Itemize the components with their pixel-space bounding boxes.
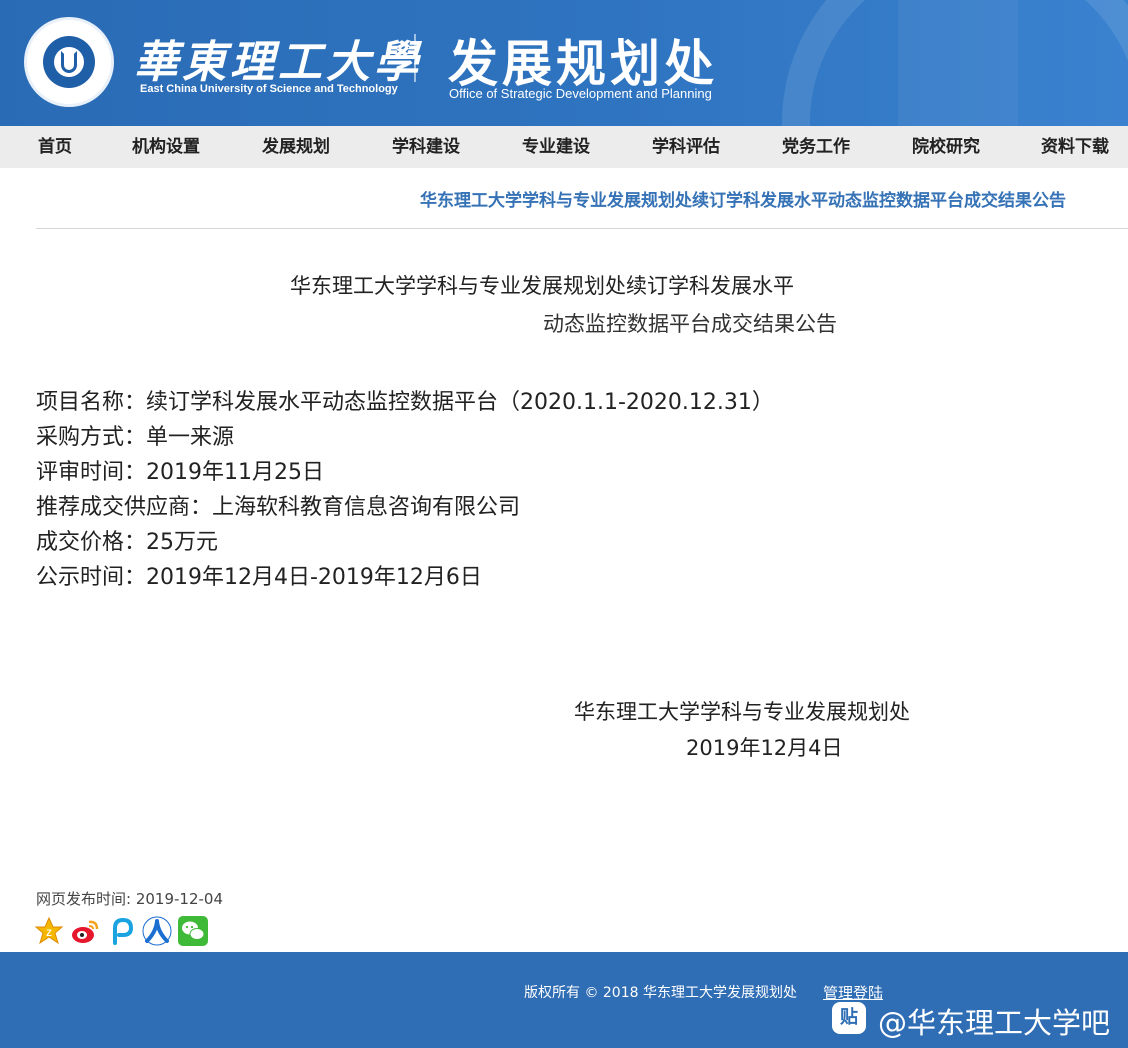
university-name-cn: 華東理工大學 bbox=[134, 37, 422, 88]
footer-copyright: 版权所有 © 2018 华东理工大学发展规划处 bbox=[524, 985, 797, 1001]
nav-item-party-affairs[interactable]: 党务工作 bbox=[782, 126, 850, 168]
university-seal-logo[interactable] bbox=[24, 17, 114, 107]
nav-item-development-planning[interactable]: 发展规划 bbox=[262, 126, 330, 168]
svg-text:Z: Z bbox=[46, 928, 52, 938]
pengyou-icon[interactable] bbox=[106, 916, 136, 946]
nav-item-major-building[interactable]: 专业建设 bbox=[522, 126, 590, 168]
field-value: 续订学科发展水平动态监控数据平台（2020.1.1-2020.12.31） bbox=[146, 390, 774, 415]
qzone-icon[interactable]: Z bbox=[34, 916, 64, 946]
nav-item-discipline-evaluation[interactable]: 学科评估 bbox=[652, 126, 720, 168]
article-title-line1: 华东理工大学学科与专业发展规划处续订学科发展水平 bbox=[290, 274, 794, 298]
admin-login-link[interactable]: 管理登陆 bbox=[823, 982, 883, 1003]
nav-item-institutional-research[interactable]: 院校研究 bbox=[912, 126, 980, 168]
site-header-banner: 華東理工大學 East China University of Science … bbox=[0, 0, 1128, 126]
field-label: 项目名称： bbox=[36, 390, 147, 415]
field-publicity-period: 公示时间：2019年12月4日-2019年12月6日 bbox=[36, 559, 482, 591]
header-divider bbox=[414, 34, 416, 82]
page-heading: 华东理工大学学科与专业发展规划处续订学科发展水平动态监控数据平台成交结果公告 bbox=[420, 191, 1066, 211]
field-label: 评审时间： bbox=[36, 460, 147, 485]
seal-inner-ring bbox=[43, 36, 95, 88]
article-title-line2: 动态监控数据平台成交结果公告 bbox=[543, 312, 837, 336]
department-name-en: Office of Strategic Development and Plan… bbox=[449, 86, 712, 101]
signature-date: 2019年12月4日 bbox=[686, 736, 843, 760]
nav-item-downloads[interactable]: 资料下载 bbox=[1041, 126, 1109, 168]
nav-item-home[interactable]: 首页 bbox=[38, 126, 72, 168]
field-label: 采购方式： bbox=[36, 425, 147, 450]
site-footer: 版权所有 © 2018 华东理工大学发展规划处 管理登陆 贴 @华东理工大学吧 bbox=[0, 952, 1128, 1048]
seal-mark-icon bbox=[61, 51, 77, 73]
field-value: 2019年12月4日-2019年12月6日 bbox=[146, 565, 482, 590]
field-label: 公示时间： bbox=[36, 565, 147, 590]
field-price: 成交价格：25万元 bbox=[36, 524, 218, 556]
weibo-icon[interactable] bbox=[70, 916, 100, 946]
university-name-en: East China University of Science and Tec… bbox=[140, 83, 398, 95]
field-label: 成交价格： bbox=[36, 530, 147, 555]
field-label: 推荐成交供应商： bbox=[36, 495, 213, 520]
field-value: 2019年11月25日 bbox=[146, 460, 324, 485]
signature-org: 华东理工大学学科与专业发展规划处 bbox=[574, 700, 910, 724]
heading-divider bbox=[36, 228, 1128, 229]
tieba-badge-label: 贴 bbox=[840, 1007, 858, 1028]
renren-icon[interactable] bbox=[142, 916, 172, 946]
field-procurement-method: 采购方式：单一来源 bbox=[36, 419, 234, 451]
publish-time: 网页发布时间: 2019-12-04 bbox=[36, 890, 223, 908]
tieba-badge-icon: 贴 bbox=[832, 1002, 866, 1034]
wechat-icon[interactable] bbox=[178, 916, 208, 946]
nav-item-organization[interactable]: 机构设置 bbox=[132, 126, 200, 168]
main-nav: 首页 机构设置 发展规划 学科建设 专业建设 学科评估 党务工作 院校研究 资料… bbox=[0, 126, 1128, 168]
field-review-date: 评审时间：2019年11月25日 bbox=[36, 454, 324, 486]
field-value: 单一来源 bbox=[146, 425, 235, 450]
seal-core bbox=[54, 47, 84, 77]
banner-decoration-stripe bbox=[898, 0, 1018, 126]
field-value: 上海软科教育信息咨询有限公司 bbox=[212, 495, 521, 520]
nav-item-discipline-building[interactable]: 学科建设 bbox=[392, 126, 460, 168]
field-value: 25万元 bbox=[146, 530, 219, 555]
field-project-name: 项目名称：续订学科发展水平动态监控数据平台（2020.1.1-2020.12.3… bbox=[36, 384, 774, 416]
field-supplier: 推荐成交供应商：上海软科教育信息咨询有限公司 bbox=[36, 489, 520, 521]
watermark-text: @华东理工大学吧 bbox=[878, 1006, 1111, 1040]
